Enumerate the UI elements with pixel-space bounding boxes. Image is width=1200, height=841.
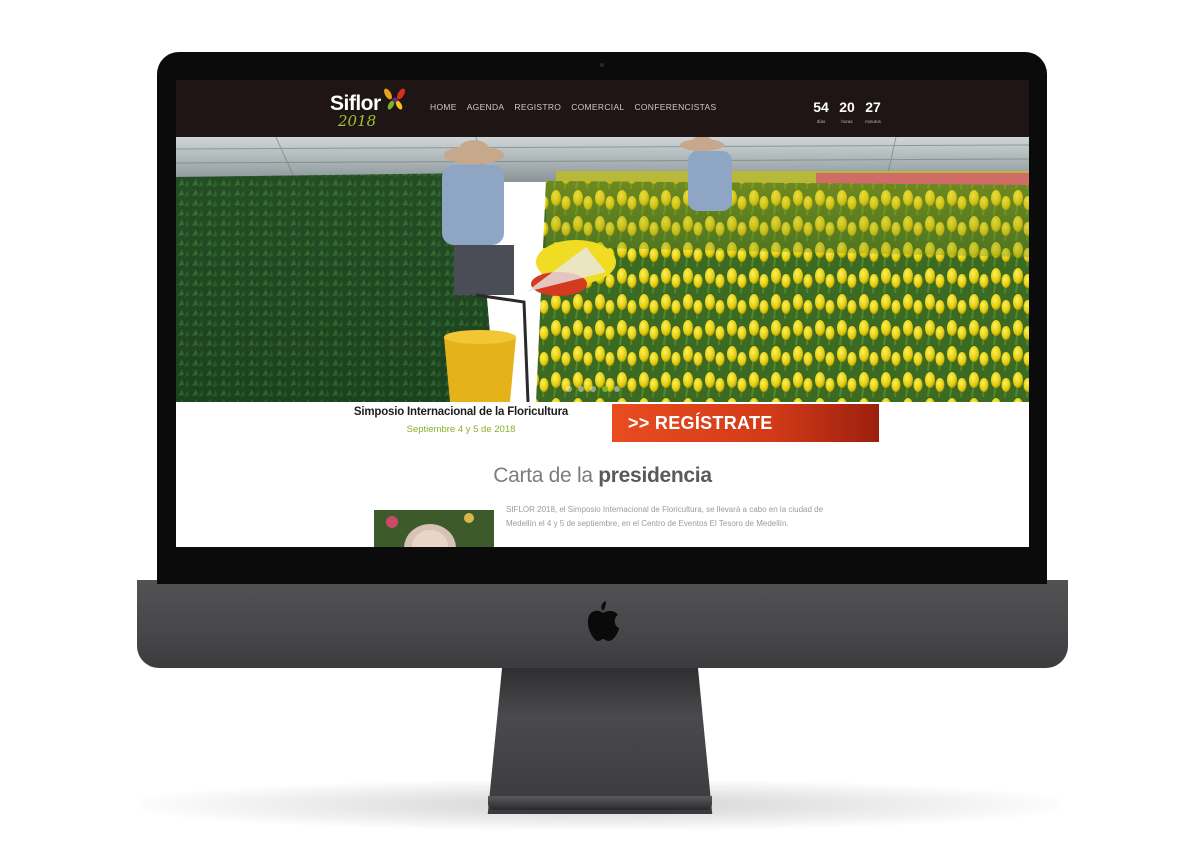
- site-logo[interactable]: Siflor 2018: [330, 88, 410, 132]
- nav-item-agenda[interactable]: AGENDA: [467, 102, 505, 112]
- countdown-hours-value: 20: [839, 99, 855, 115]
- countdown-timer: 54 días 20 horas 27 minutos: [808, 99, 886, 124]
- flower-logo-icon: [384, 88, 405, 110]
- slider-dot-2[interactable]: [578, 386, 584, 392]
- countdown-hours: 20 horas: [834, 99, 860, 124]
- slider-dot-5[interactable]: [614, 386, 620, 392]
- monitor-stand: [487, 664, 713, 814]
- nav-item-conferencistas[interactable]: CONFERENCISTAS: [634, 102, 716, 112]
- event-date: Septiembre 4 y 5 de 2018: [406, 424, 516, 435]
- president-photo-image: [374, 510, 494, 547]
- main-nav: HOME AGENDA REGISTRO COMERCIAL CONFERENC…: [430, 102, 726, 112]
- countdown-days-value: 54: [813, 99, 829, 115]
- event-title: Simposio Internacional de la Floricultur…: [353, 406, 569, 418]
- slider-dot-3[interactable]: [590, 386, 596, 392]
- countdown-days-label: días: [816, 119, 826, 124]
- countdown-minutes-value: 27: [865, 99, 881, 115]
- countdown-minutes-label: minutos: [865, 119, 881, 124]
- logo-year: 2018: [338, 112, 377, 130]
- website-screen: Siflor 2018 HOME AGENDA REGISTRO COMERCI…: [176, 80, 1029, 547]
- apple-logo-icon: [587, 601, 619, 641]
- letter-heading-light: Carta de la: [493, 464, 593, 487]
- nav-item-home[interactable]: HOME: [430, 102, 457, 112]
- stand-foot: [488, 796, 712, 810]
- letter-heading-bold: presidencia: [598, 464, 712, 487]
- event-bar: Simposio Internacional de la Floricultur…: [176, 402, 1029, 444]
- slider-dots: [566, 386, 620, 392]
- letter-body: SIFLOR 2018, el Simposio Internacional d…: [506, 505, 824, 528]
- slider-dot-4[interactable]: [602, 386, 608, 392]
- camera-icon: [600, 63, 604, 67]
- countdown-minutes: 27 minutos: [860, 99, 886, 124]
- countdown-hours-label: horas: [841, 119, 853, 124]
- letter-heading: Carta de la presidencia: [176, 464, 1029, 488]
- countdown-days: 54 días: [808, 99, 834, 124]
- navbar: Siflor 2018 HOME AGENDA REGISTRO COMERCI…: [176, 80, 1029, 137]
- president-photo: [374, 510, 494, 547]
- hero-slider[interactable]: [176, 137, 1029, 402]
- hero-image: [176, 137, 1029, 402]
- register-button[interactable]: >> REGÍSTRATE: [612, 404, 879, 442]
- slider-dot-1[interactable]: [566, 386, 572, 392]
- nav-item-registro[interactable]: REGISTRO: [514, 102, 561, 112]
- nav-item-comercial[interactable]: COMERCIAL: [571, 102, 624, 112]
